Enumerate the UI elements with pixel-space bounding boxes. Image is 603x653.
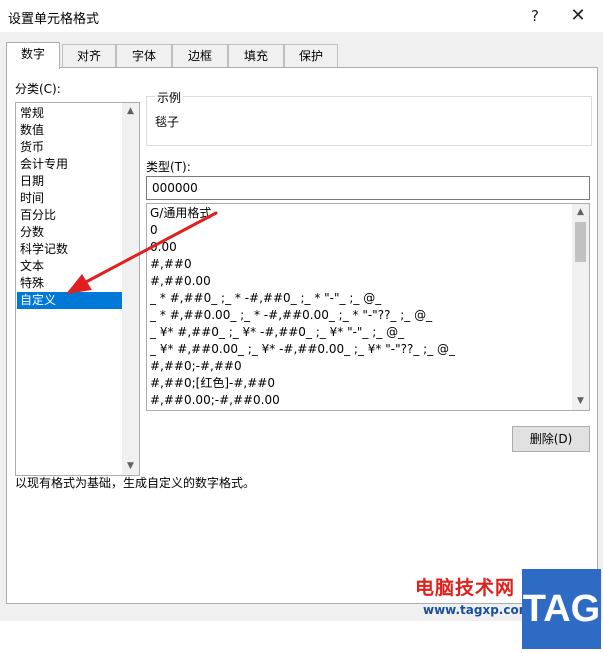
category-item[interactable]: 常规 (17, 105, 124, 122)
category-list[interactable]: 常规 数值 货币 会计专用 日期 时间 百分比 分数 科学记数 文本 特殊 自定… (15, 102, 140, 476)
scroll-thumb[interactable] (575, 222, 586, 262)
tab-fill[interactable]: 填充 (228, 44, 284, 67)
category-item[interactable]: 特殊 (17, 275, 124, 292)
sample-group: 示例 毯子 (146, 89, 592, 146)
watermark-text: 电脑技术网 (415, 577, 516, 599)
tab-font[interactable]: 字体 (116, 44, 172, 67)
format-list[interactable]: G/通用格式 0 0.00 #,##0 #,##0.00 _ * #,##0_ … (146, 203, 590, 411)
format-item[interactable]: _ * #,##0_ ;_ * -#,##0_ ;_ * "-"_ ;_ @_ (150, 290, 381, 307)
tab-border[interactable]: 边框 (172, 44, 228, 67)
category-item[interactable]: 日期 (17, 173, 124, 190)
title-bar: 设置单元格格式 ? ✕ (0, 0, 603, 32)
format-item[interactable]: _ ¥* #,##0.00_ ;_ ¥* -#,##0.00_ ;_ ¥* "-… (150, 341, 455, 358)
format-scrollbar[interactable]: ▲ ▼ (572, 204, 589, 410)
format-item[interactable]: #,##0.00;-#,##0.00 (150, 392, 280, 409)
category-item[interactable]: 时间 (17, 190, 124, 207)
format-item[interactable]: _ * #,##0.00_ ;_ * -#,##0.00_ ;_ * "-"??… (150, 307, 432, 324)
sample-value: 毯子 (155, 115, 180, 129)
delete-button[interactable]: 删除(D) (512, 426, 590, 452)
format-item[interactable]: G/通用格式 (150, 205, 211, 222)
type-input[interactable]: 000000 (146, 176, 590, 200)
category-scrollbar[interactable]: ▲ ▼ (122, 103, 139, 475)
dialog-body: 数字 对齐 字体 边框 填充 保护 分类(C): 常规 数值 货币 会计专用 日… (0, 32, 603, 649)
tab-protection[interactable]: 保护 (284, 44, 338, 67)
category-item[interactable]: 分数 (17, 224, 124, 241)
format-item[interactable]: #,##0;[红色]-#,##0 (150, 375, 275, 392)
category-item[interactable]: 文本 (17, 258, 124, 275)
category-item[interactable]: 会计专用 (17, 156, 124, 173)
scroll-down-icon[interactable]: ▼ (572, 393, 589, 410)
close-icon[interactable]: ✕ (563, 4, 593, 28)
window-title: 设置单元格格式 (8, 12, 100, 27)
category-item[interactable]: 数值 (17, 122, 124, 139)
help-icon[interactable]: ? (520, 4, 550, 28)
scroll-up-icon[interactable]: ▲ (122, 103, 139, 120)
watermark-badge: TAG (522, 569, 601, 649)
sample-legend: 示例 (155, 89, 184, 106)
format-item[interactable]: 0 (150, 222, 158, 239)
number-tab-panel: 分类(C): 常规 数值 货币 会计专用 日期 时间 百分比 分数 科学记数 文… (6, 67, 598, 604)
watermark: 电脑技术网 www.tagxp.com TAG (415, 569, 603, 653)
format-item[interactable]: _ ¥* #,##0_ ;_ ¥* -#,##0_ ;_ ¥* "-"_ ;_ … (150, 324, 404, 341)
format-item[interactable]: #,##0.00 (150, 273, 211, 290)
scroll-down-icon[interactable]: ▼ (122, 458, 139, 475)
format-description: 以现有格式为基础，生成自定义的数字格式。 (15, 476, 256, 490)
type-label: 类型(T): (146, 160, 191, 174)
format-item[interactable]: 0.00 (150, 239, 177, 256)
format-item[interactable]: #,##0 (150, 256, 192, 273)
format-item[interactable]: #,##0;-#,##0 (150, 358, 242, 375)
watermark-url: www.tagxp.com (423, 603, 532, 617)
category-item[interactable]: 科学记数 (17, 241, 124, 258)
category-item[interactable]: 货币 (17, 139, 124, 156)
tab-alignment[interactable]: 对齐 (62, 44, 116, 67)
tab-number[interactable]: 数字 (6, 42, 60, 69)
scroll-up-icon[interactable]: ▲ (572, 204, 589, 221)
category-item-custom[interactable]: 自定义 (17, 292, 124, 309)
category-item[interactable]: 百分比 (17, 207, 124, 224)
category-label: 分类(C): (15, 82, 61, 96)
